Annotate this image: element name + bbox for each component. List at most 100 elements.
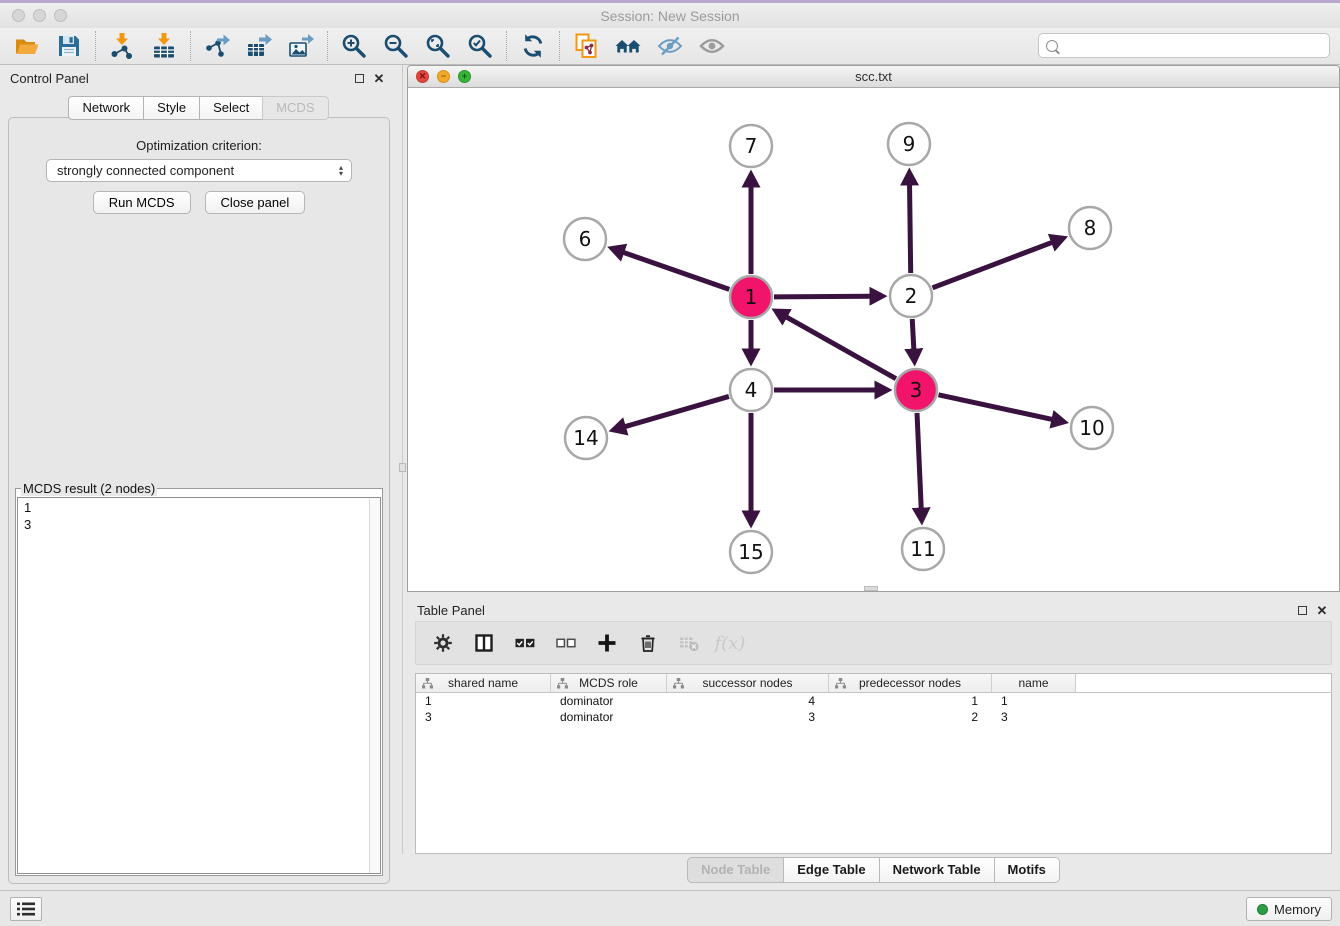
float-table-panel-button[interactable] <box>1294 602 1310 618</box>
graph-edge-4-14[interactable] <box>624 396 729 426</box>
open-session-icon[interactable] <box>6 30 48 62</box>
table-toolbar: f(x) <box>415 621 1332 665</box>
column-header-label: name <box>1018 676 1048 690</box>
graph-node-label: 8 <box>1084 216 1097 240</box>
graph-edge-3-10[interactable] <box>938 395 1052 420</box>
table-cell: 3 <box>667 709 829 725</box>
float-icon <box>1298 606 1307 615</box>
zoom-fit-icon[interactable] <box>417 30 459 62</box>
zoom-selected-icon[interactable] <box>459 30 501 62</box>
tab-network[interactable]: Network <box>68 96 144 120</box>
show-details-icon[interactable] <box>691 30 733 62</box>
close-table-panel-button[interactable]: ✕ <box>1314 602 1330 618</box>
tab-style[interactable]: Style <box>143 96 200 120</box>
close-panel-action-button[interactable]: Close panel <box>205 191 306 214</box>
tab-edge-table[interactable]: Edge Table <box>783 857 879 883</box>
table-cell: 1 <box>829 693 992 709</box>
column-header-name[interactable]: name <box>992 674 1076 692</box>
tab-select[interactable]: Select <box>199 96 263 120</box>
zoom-out-icon[interactable] <box>375 30 417 62</box>
graph-node-label: 6 <box>579 227 592 251</box>
select-all-rows-icon[interactable] <box>512 630 538 656</box>
run-mcds-button[interactable]: Run MCDS <box>93 191 191 214</box>
optimization-criterion-label: Optimization criterion: <box>9 138 389 153</box>
mcds-result-lines: 13 <box>18 498 380 534</box>
canvas-resize-grip[interactable] <box>864 586 878 591</box>
save-session-icon[interactable] <box>48 30 90 62</box>
delete-table-icon <box>676 630 702 656</box>
column-header-shared-name[interactable]: shared name <box>416 674 551 692</box>
toolbar-separator <box>327 31 328 61</box>
graph-edge-3-1[interactable] <box>786 317 896 379</box>
graph-edge-1-6[interactable] <box>623 252 730 289</box>
apply-function-icon: f(x) <box>717 630 743 656</box>
column-header-mcds-role[interactable]: MCDS role <box>551 674 667 692</box>
apply-layout-icon[interactable] <box>512 30 554 62</box>
table-cell: 2 <box>829 709 992 725</box>
new-network-from-selection-icon[interactable] <box>565 30 607 62</box>
table-row[interactable]: 3dominator323 <box>416 709 1331 725</box>
list-icon <box>17 902 35 916</box>
float-panel-button[interactable] <box>351 70 367 86</box>
deselect-all-rows-icon[interactable] <box>553 630 579 656</box>
graph-edge-3-11[interactable] <box>917 413 921 509</box>
toolbar-separator <box>559 31 560 61</box>
graph-node-label: 14 <box>573 426 598 450</box>
column-header-successor-nodes[interactable]: successor nodes <box>667 674 829 692</box>
column-header-predecessor-nodes[interactable]: predecessor nodes <box>829 674 992 692</box>
first-neighbors-icon[interactable] <box>607 30 649 62</box>
search-field[interactable] <box>1038 33 1330 58</box>
table-cell: 4 <box>667 693 829 709</box>
control-panel-title: Control Panel <box>10 71 89 86</box>
tab-network-table[interactable]: Network Table <box>879 857 995 883</box>
memory-button[interactable]: Memory <box>1246 897 1332 921</box>
table-cell: dominator <box>551 693 667 709</box>
hide-details-icon[interactable] <box>649 30 691 62</box>
export-image-icon[interactable] <box>280 30 322 62</box>
function-label: f(x) <box>715 633 746 654</box>
table-panel: Table Panel ✕ f(x) shared nameMCDS roles… <box>407 597 1340 890</box>
column-hierarchy-icon <box>835 678 846 692</box>
table-settings-icon[interactable] <box>430 630 456 656</box>
column-header-label: predecessor nodes <box>859 676 961 690</box>
table-cell: dominator <box>551 709 667 725</box>
column-header-label: shared name <box>448 676 518 690</box>
zoom-in-icon[interactable] <box>333 30 375 62</box>
export-table-icon[interactable] <box>238 30 280 62</box>
table-cell: 1 <box>416 693 551 709</box>
graph-edge-2-8[interactable] <box>933 242 1053 288</box>
add-column-icon[interactable] <box>594 630 620 656</box>
network-canvas[interactable]: 7968124314101511 <box>408 88 1339 591</box>
memory-status-icon <box>1257 904 1268 915</box>
optimization-criterion-select[interactable]: strongly connected component ▴▾ <box>46 159 352 182</box>
delete-columns-icon[interactable] <box>635 630 661 656</box>
mcds-result-title: MCDS result (2 nodes) <box>21 481 157 496</box>
close-panel-button[interactable]: ✕ <box>371 70 387 86</box>
tab-node-table[interactable]: Node Table <box>687 857 784 883</box>
mcds-result-group: MCDS result (2 nodes) 13 <box>15 481 383 876</box>
graph-edge-2-9[interactable] <box>910 184 911 273</box>
panel-splitter[interactable] <box>397 65 407 890</box>
import-table-icon[interactable] <box>143 30 185 62</box>
mcds-result-box[interactable]: 13 <box>17 497 381 874</box>
table-cell: 1 <box>992 693 1076 709</box>
network-graph: 7968124314101511 <box>408 88 1339 591</box>
graph-edge-1-2[interactable] <box>774 296 871 297</box>
graph-node-label: 3 <box>910 378 923 402</box>
tab-mcds[interactable]: MCDS <box>262 96 328 120</box>
import-network-icon[interactable] <box>101 30 143 62</box>
splitter-grip[interactable] <box>399 463 406 472</box>
show-hide-columns-icon[interactable] <box>471 630 497 656</box>
close-icon: ✕ <box>1317 604 1328 617</box>
network-window-titlebar[interactable]: ✕ − + scc.txt <box>408 66 1339 88</box>
table-panel-tabs: Node TableEdge TableNetwork TableMotifs <box>407 857 1340 883</box>
table-row[interactable]: 1dominator411 <box>416 693 1331 709</box>
search-input[interactable] <box>1063 37 1329 55</box>
graph-edge-2-3[interactable] <box>912 319 914 350</box>
export-network-icon[interactable] <box>196 30 238 62</box>
scrollbar[interactable] <box>369 498 380 873</box>
tab-motifs[interactable]: Motifs <box>994 857 1060 883</box>
memory-label: Memory <box>1274 902 1321 917</box>
show-panels-button[interactable] <box>10 897 42 921</box>
table-cell: 3 <box>992 709 1076 725</box>
